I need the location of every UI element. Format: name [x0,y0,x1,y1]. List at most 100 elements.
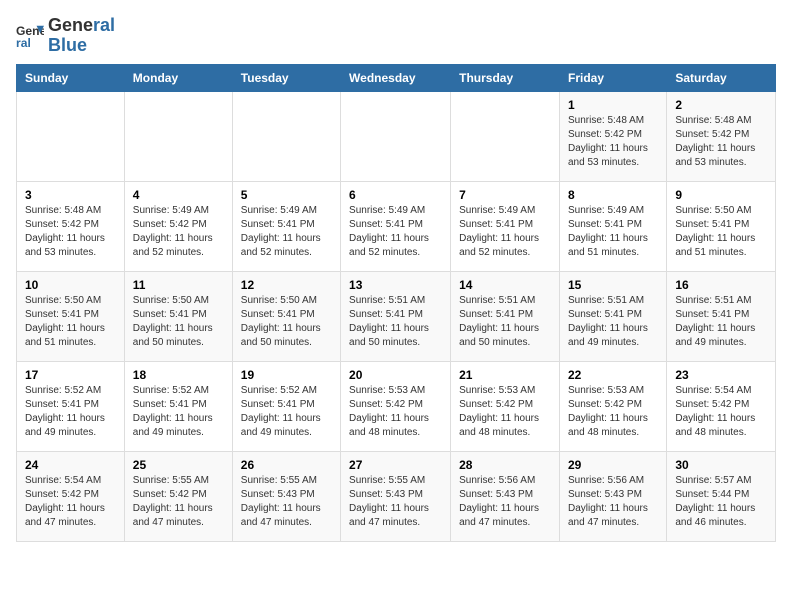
day-number: 24 [25,458,116,472]
day-number: 15 [568,278,658,292]
day-number: 17 [25,368,116,382]
day-info: Sunrise: 5:49 AM Sunset: 5:42 PM Dayligh… [133,204,224,260]
svg-text:ral: ral [16,36,31,50]
day-number: 1 [568,98,658,112]
calendar-cell: 18 Sunrise: 5:52 AM Sunset: 5:41 PM Dayli… [124,361,232,451]
calendar-cell: 21 Sunrise: 5:53 AM Sunset: 5:42 PM Dayli… [451,361,560,451]
day-info: Sunrise: 5:49 AM Sunset: 5:41 PM Dayligh… [349,204,442,260]
day-number: 8 [568,188,658,202]
calendar-cell [341,91,451,181]
calendar-cell: 11 Sunrise: 5:50 AM Sunset: 5:41 PM Dayli… [124,271,232,361]
day-info: Sunrise: 5:50 AM Sunset: 5:41 PM Dayligh… [25,294,116,350]
calendar-cell: 13 Sunrise: 5:51 AM Sunset: 5:41 PM Dayli… [341,271,451,361]
header-saturday: Saturday [667,64,776,91]
day-info: Sunrise: 5:50 AM Sunset: 5:41 PM Dayligh… [675,204,767,260]
day-number: 21 [459,368,551,382]
day-number: 5 [241,188,332,202]
logo-icon: Gene ral [16,22,44,50]
day-number: 13 [349,278,442,292]
calendar-cell: 23 Sunrise: 5:54 AM Sunset: 5:42 PM Dayli… [667,361,776,451]
weekday-header-row: SundayMondayTuesdayWednesdayThursdayFrid… [17,64,776,91]
day-info: Sunrise: 5:55 AM Sunset: 5:42 PM Dayligh… [133,474,224,530]
calendar-cell: 3 Sunrise: 5:48 AM Sunset: 5:42 PM Daylig… [17,181,125,271]
day-info: Sunrise: 5:51 AM Sunset: 5:41 PM Dayligh… [459,294,551,350]
header-friday: Friday [559,64,666,91]
day-info: Sunrise: 5:49 AM Sunset: 5:41 PM Dayligh… [459,204,551,260]
day-info: Sunrise: 5:50 AM Sunset: 5:41 PM Dayligh… [133,294,224,350]
calendar-cell: 20 Sunrise: 5:53 AM Sunset: 5:42 PM Dayli… [341,361,451,451]
calendar-cell: 22 Sunrise: 5:53 AM Sunset: 5:42 PM Dayli… [559,361,666,451]
day-number: 11 [133,278,224,292]
week-row-5: 24 Sunrise: 5:54 AM Sunset: 5:42 PM Dayli… [17,451,776,541]
header-tuesday: Tuesday [232,64,340,91]
day-info: Sunrise: 5:49 AM Sunset: 5:41 PM Dayligh… [241,204,332,260]
header-monday: Monday [124,64,232,91]
day-number: 30 [675,458,767,472]
calendar-cell [232,91,340,181]
calendar-cell: 5 Sunrise: 5:49 AM Sunset: 5:41 PM Daylig… [232,181,340,271]
day-info: Sunrise: 5:51 AM Sunset: 5:41 PM Dayligh… [349,294,442,350]
header-thursday: Thursday [451,64,560,91]
calendar-cell [124,91,232,181]
day-info: Sunrise: 5:54 AM Sunset: 5:42 PM Dayligh… [675,384,767,440]
calendar-cell: 9Sunrise: 5:50 AM Sunset: 5:41 PM Daylig… [667,181,776,271]
day-number: 28 [459,458,551,472]
day-info: Sunrise: 5:50 AM Sunset: 5:41 PM Dayligh… [241,294,332,350]
day-number: 7 [459,188,551,202]
day-info: Sunrise: 5:48 AM Sunset: 5:42 PM Dayligh… [25,204,116,260]
calendar-cell: 4 Sunrise: 5:49 AM Sunset: 5:42 PM Daylig… [124,181,232,271]
calendar-table: SundayMondayTuesdayWednesdayThursdayFrid… [16,64,776,542]
day-info: Sunrise: 5:55 AM Sunset: 5:43 PM Dayligh… [349,474,442,530]
logo: Gene ral GeneralBlue [16,16,115,56]
calendar-cell [451,91,560,181]
calendar-cell: 10 Sunrise: 5:50 AM Sunset: 5:41 PM Dayli… [17,271,125,361]
day-number: 22 [568,368,658,382]
day-info: Sunrise: 5:53 AM Sunset: 5:42 PM Dayligh… [349,384,442,440]
calendar-cell: 8Sunrise: 5:49 AM Sunset: 5:41 PM Daylig… [559,181,666,271]
week-row-4: 17 Sunrise: 5:52 AM Sunset: 5:41 PM Dayli… [17,361,776,451]
day-number: 27 [349,458,442,472]
day-number: 14 [459,278,551,292]
day-number: 18 [133,368,224,382]
calendar-cell: 26 Sunrise: 5:55 AM Sunset: 5:43 PM Dayli… [232,451,340,541]
calendar-cell: 7 Sunrise: 5:49 AM Sunset: 5:41 PM Daylig… [451,181,560,271]
day-info: Sunrise: 5:51 AM Sunset: 5:41 PM Dayligh… [568,294,658,350]
day-number: 3 [25,188,116,202]
calendar-cell: 29 Sunrise: 5:56 AM Sunset: 5:43 PM Dayli… [559,451,666,541]
week-row-3: 10 Sunrise: 5:50 AM Sunset: 5:41 PM Dayli… [17,271,776,361]
day-info: Sunrise: 5:56 AM Sunset: 5:43 PM Dayligh… [459,474,551,530]
calendar-cell: 30 Sunrise: 5:57 AM Sunset: 5:44 PM Dayli… [667,451,776,541]
calendar-cell: 27 Sunrise: 5:55 AM Sunset: 5:43 PM Dayli… [341,451,451,541]
day-info: Sunrise: 5:54 AM Sunset: 5:42 PM Dayligh… [25,474,116,530]
calendar-cell: 19Sunrise: 5:52 AM Sunset: 5:41 PM Dayli… [232,361,340,451]
day-info: Sunrise: 5:53 AM Sunset: 5:42 PM Dayligh… [459,384,551,440]
day-number: 6 [349,188,442,202]
calendar-cell: 28 Sunrise: 5:56 AM Sunset: 5:43 PM Dayli… [451,451,560,541]
calendar-cell [17,91,125,181]
day-number: 20 [349,368,442,382]
day-number: 29 [568,458,658,472]
header-sunday: Sunday [17,64,125,91]
calendar-cell: 2Sunrise: 5:48 AM Sunset: 5:42 PM Daylig… [667,91,776,181]
day-number: 26 [241,458,332,472]
day-info: Sunrise: 5:57 AM Sunset: 5:44 PM Dayligh… [675,474,767,530]
day-info: Sunrise: 5:53 AM Sunset: 5:42 PM Dayligh… [568,384,658,440]
day-info: Sunrise: 5:56 AM Sunset: 5:43 PM Dayligh… [568,474,658,530]
day-number: 2 [675,98,767,112]
day-number: 4 [133,188,224,202]
calendar-cell: 1 Sunrise: 5:48 AM Sunset: 5:42 PM Daylig… [559,91,666,181]
calendar-cell: 16Sunrise: 5:51 AM Sunset: 5:41 PM Dayli… [667,271,776,361]
day-number: 16 [675,278,767,292]
day-info: Sunrise: 5:52 AM Sunset: 5:41 PM Dayligh… [25,384,116,440]
day-number: 23 [675,368,767,382]
calendar-cell: 6 Sunrise: 5:49 AM Sunset: 5:41 PM Daylig… [341,181,451,271]
week-row-1: 1 Sunrise: 5:48 AM Sunset: 5:42 PM Daylig… [17,91,776,181]
day-info: Sunrise: 5:52 AM Sunset: 5:41 PM Dayligh… [133,384,224,440]
day-number: 10 [25,278,116,292]
page-header: Gene ral GeneralBlue [16,16,776,56]
day-info: Sunrise: 5:48 AM Sunset: 5:42 PM Dayligh… [568,114,658,170]
calendar-cell: 24 Sunrise: 5:54 AM Sunset: 5:42 PM Dayli… [17,451,125,541]
day-info: Sunrise: 5:55 AM Sunset: 5:43 PM Dayligh… [241,474,332,530]
week-row-2: 3 Sunrise: 5:48 AM Sunset: 5:42 PM Daylig… [17,181,776,271]
day-number: 19 [241,368,332,382]
